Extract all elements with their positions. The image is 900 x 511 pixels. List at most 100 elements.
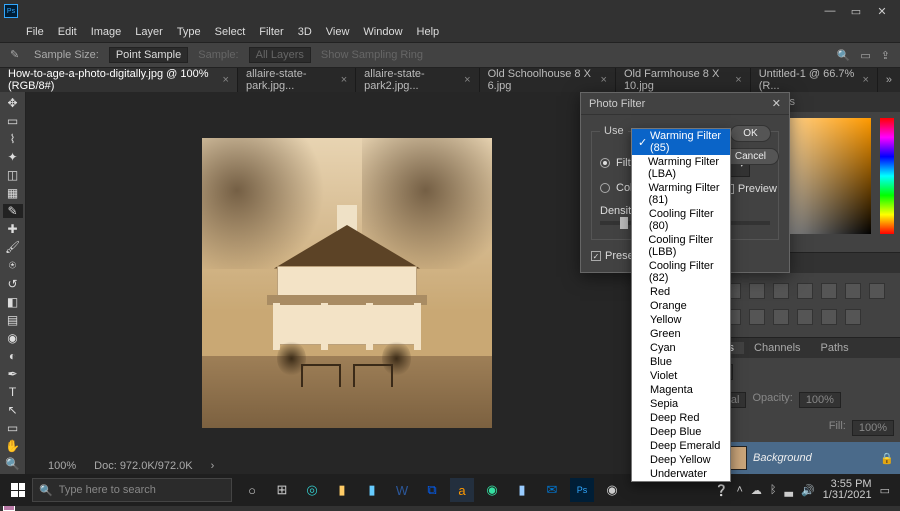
tab-channels[interactable]: Channels xyxy=(744,342,810,354)
adj-bw-icon[interactable] xyxy=(845,283,861,299)
clone-tool[interactable]: ⍟ xyxy=(3,258,23,273)
share-icon[interactable]: ⇪ xyxy=(881,49,890,62)
lock-icon[interactable]: 🔒 xyxy=(880,452,894,465)
hand-tool[interactable]: ✋ xyxy=(3,439,23,453)
chevron-right-icon[interactable]: › xyxy=(211,460,215,472)
tray-up-icon[interactable]: ˄ xyxy=(736,484,742,496)
filter-option[interactable]: Cooling Filter (80) xyxy=(632,207,730,233)
doc-tab-2[interactable]: allaire-state-park.jpg...× xyxy=(238,68,356,92)
filter-option[interactable]: Yellow xyxy=(632,313,730,327)
crop-tool[interactable]: ◫ xyxy=(3,168,23,182)
layer-name[interactable]: Background xyxy=(753,452,812,464)
menu-edit[interactable]: Edit xyxy=(58,26,77,38)
menu-view[interactable]: View xyxy=(326,26,350,38)
dialog-close-button[interactable]: ✕ xyxy=(772,97,781,110)
adj-gradientmap-icon[interactable] xyxy=(821,309,837,325)
adj-vibrance-icon[interactable] xyxy=(797,283,813,299)
notifications-icon[interactable]: ▭ xyxy=(880,484,890,497)
dropbox-icon[interactable]: ⧉ xyxy=(420,478,444,502)
doc-tab-5[interactable]: Old Farmhouse 8 X 10.jpg× xyxy=(616,68,751,92)
minimize-button[interactable]: — xyxy=(824,5,836,18)
filter-option[interactable]: Orange xyxy=(632,299,730,313)
lasso-tool[interactable]: ⌇ xyxy=(3,132,23,146)
menu-image[interactable]: Image xyxy=(91,26,122,38)
tripadvisor-icon[interactable]: ◉ xyxy=(480,478,504,502)
filter-option[interactable]: Deep Yellow xyxy=(632,453,730,467)
close-icon[interactable]: × xyxy=(341,74,347,86)
healing-tool[interactable]: ✚ xyxy=(3,222,23,236)
doc-tab-1[interactable]: How-to-age-a-photo-digitally.jpg @ 100% … xyxy=(0,68,238,92)
menu-help[interactable]: Help xyxy=(417,26,440,38)
dodge-tool[interactable]: ◐ xyxy=(3,349,23,363)
tabs-overflow[interactable]: » xyxy=(878,68,900,92)
menu-filter[interactable]: Filter xyxy=(259,26,283,38)
word-icon[interactable]: W xyxy=(390,478,414,502)
eyedropper-tool[interactable]: ✎ xyxy=(3,204,23,218)
sample-size-select[interactable]: Point Sample xyxy=(109,47,188,63)
marquee-tool[interactable]: ▭ xyxy=(3,114,23,128)
start-button[interactable] xyxy=(4,476,32,504)
brush-tool[interactable]: 🖌 xyxy=(3,240,23,254)
pen-tool[interactable]: ✒ xyxy=(3,367,23,381)
shape-tool[interactable]: ▭ xyxy=(3,421,23,435)
filter-option[interactable]: Warming Filter (81) xyxy=(632,181,730,207)
color-radio[interactable] xyxy=(600,183,610,193)
explorer-icon[interactable]: ▮ xyxy=(330,478,354,502)
sample-select[interactable]: All Layers xyxy=(249,47,311,63)
filter-option[interactable]: Deep Emerald xyxy=(632,439,730,453)
taskview-icon[interactable]: ⊞ xyxy=(270,478,294,502)
menu-file[interactable]: File xyxy=(26,26,44,38)
adj-selectivecolor-icon[interactable] xyxy=(845,309,861,325)
filter-option[interactable]: Green xyxy=(632,327,730,341)
canvas-area[interactable]: 100% Doc: 972.0K/972.0K › xyxy=(26,92,668,474)
store-icon[interactable]: ▮ xyxy=(360,478,384,502)
tray-cloud-icon[interactable]: ☁ xyxy=(751,484,762,497)
type-tool[interactable]: T xyxy=(3,385,23,399)
filter-option[interactable]: Deep Red xyxy=(632,411,730,425)
filter-option[interactable]: Magenta xyxy=(632,383,730,397)
menu-select[interactable]: Select xyxy=(215,26,246,38)
maximize-button[interactable]: ▭ xyxy=(850,5,862,18)
hue-slider[interactable] xyxy=(880,118,894,234)
zoom-tool[interactable]: 🔍 xyxy=(3,457,23,471)
gradient-tool[interactable]: ▤ xyxy=(3,313,23,327)
mail-icon[interactable]: ✉ xyxy=(540,478,564,502)
filter-option[interactable]: Warming Filter (LBA) xyxy=(632,155,730,181)
search-icon[interactable]: 🔍 xyxy=(837,49,851,62)
close-icon[interactable]: × xyxy=(735,74,741,86)
tray-network-icon[interactable]: ▃ xyxy=(784,484,792,497)
adj-posterize-icon[interactable] xyxy=(773,309,789,325)
filter-option[interactable]: Blue xyxy=(632,355,730,369)
filter-option[interactable]: Sepia xyxy=(632,397,730,411)
zoom-level[interactable]: 100% xyxy=(48,460,76,472)
eraser-tool[interactable]: ◧ xyxy=(3,295,23,309)
amazon-icon[interactable]: a xyxy=(450,478,474,502)
quick-select-tool[interactable]: ✦ xyxy=(3,150,23,164)
fill-input[interactable]: 100% xyxy=(852,420,894,436)
path-tool[interactable]: ↖ xyxy=(3,403,23,417)
adj-invert-icon[interactable] xyxy=(749,309,765,325)
filter-option[interactable]: Cyan xyxy=(632,341,730,355)
filter-option[interactable]: Underwater xyxy=(632,467,730,481)
move-tool[interactable]: ✥ xyxy=(3,96,23,110)
adj-exposure-icon[interactable] xyxy=(773,283,789,299)
filter-option[interactable]: Red xyxy=(632,285,730,299)
adj-hue-icon[interactable] xyxy=(821,283,837,299)
tray-help-icon[interactable]: ❔ xyxy=(715,484,729,497)
ok-button[interactable]: OK xyxy=(730,125,770,142)
adj-photofilter-icon[interactable] xyxy=(869,283,885,299)
edge-icon[interactable]: ◎ xyxy=(300,478,324,502)
tray-volume-icon[interactable]: 🔊 xyxy=(801,484,815,497)
doc-tab-4[interactable]: Old Schoolhouse 8 X 6.jpg× xyxy=(480,68,616,92)
opacity-input[interactable]: 100% xyxy=(799,392,841,408)
tab-paths[interactable]: Paths xyxy=(811,342,859,354)
close-button[interactable]: ✕ xyxy=(876,5,888,18)
filter-radio[interactable] xyxy=(600,158,610,168)
taskbar-search[interactable]: 🔍 Type here to search xyxy=(32,478,232,502)
chrome-icon[interactable]: ◉ xyxy=(600,478,624,502)
filter-option[interactable]: Violet xyxy=(632,369,730,383)
doc-tab-3[interactable]: allaire-state-park2.jpg...× xyxy=(356,68,479,92)
workspace-icon[interactable]: ▭ xyxy=(860,49,870,62)
show-sampling-ring[interactable]: Show Sampling Ring xyxy=(321,49,423,61)
close-icon[interactable]: × xyxy=(464,74,470,86)
